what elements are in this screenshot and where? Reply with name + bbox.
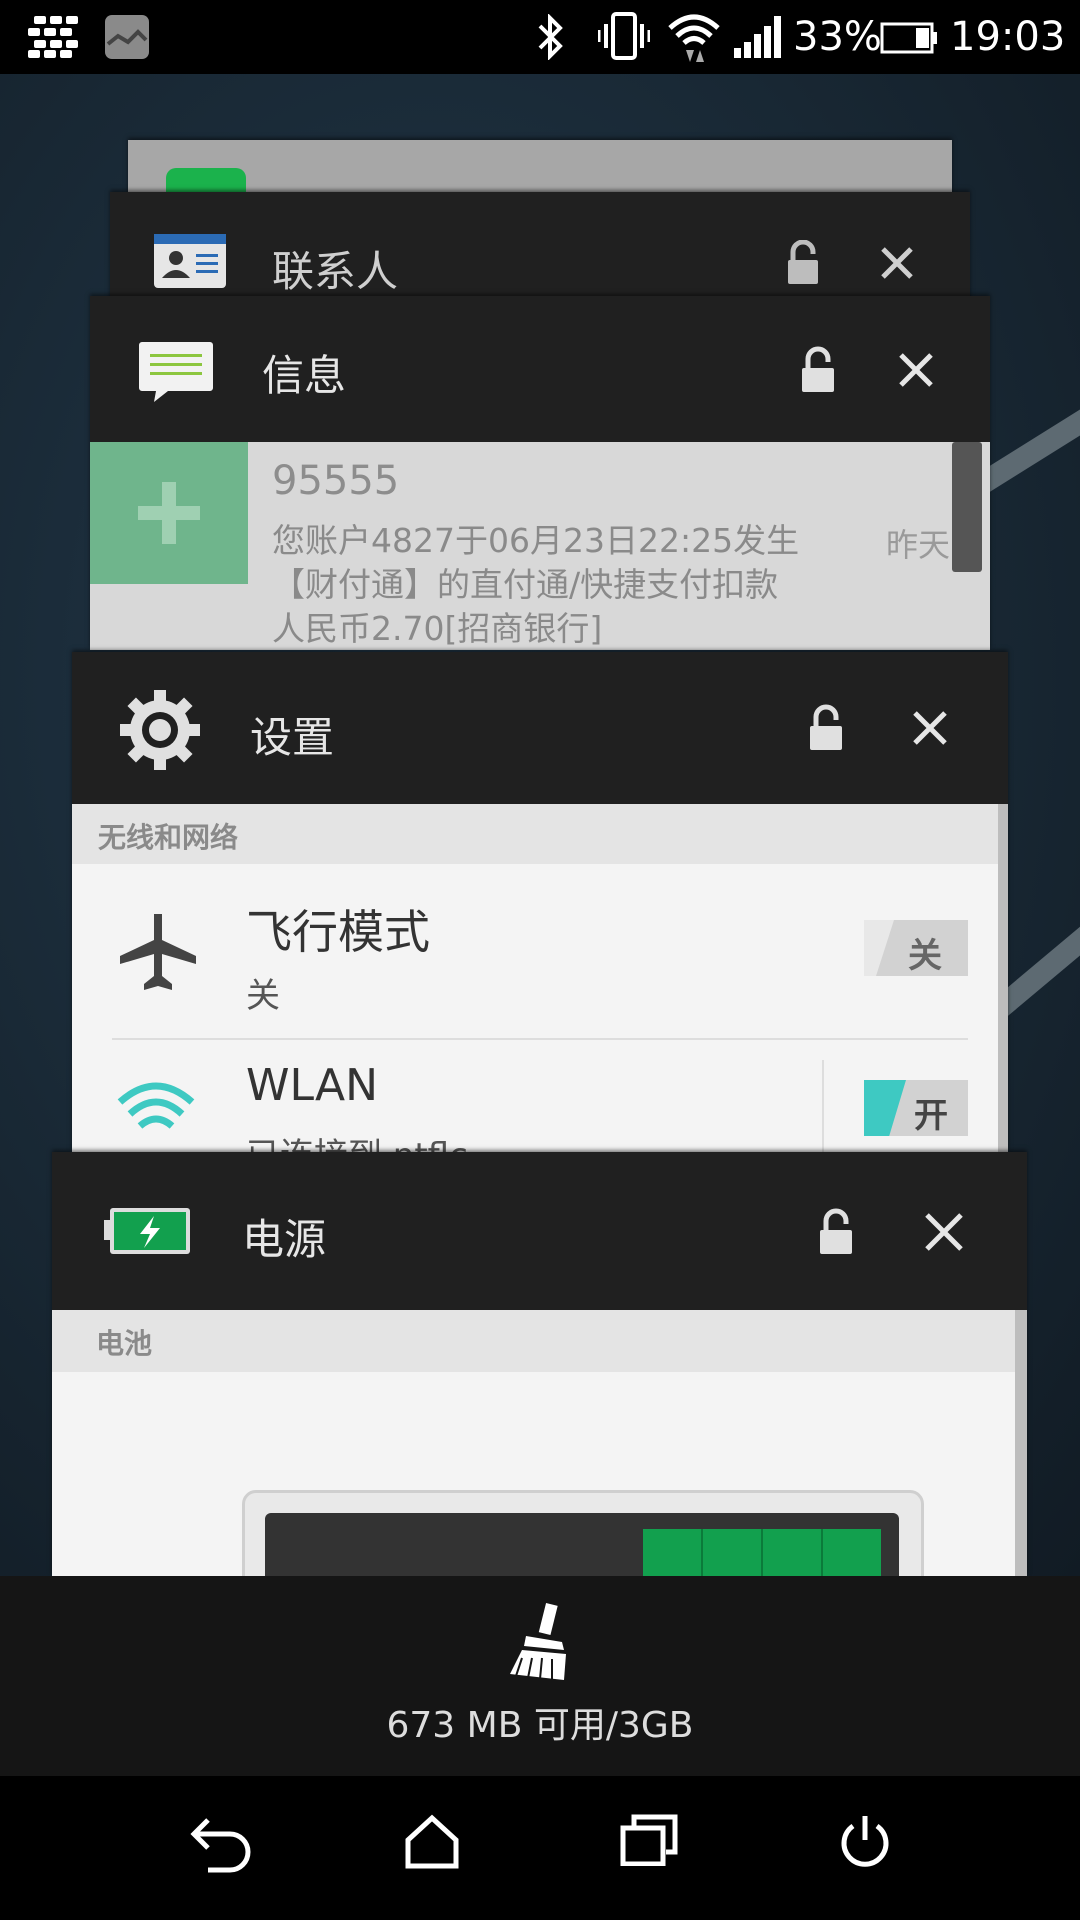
airplane-toggle[interactable]: 关 — [864, 920, 968, 976]
message-preview[interactable]: 95555 您账户4827于06月23日22:25发生 【财付通】的直付通/快捷… — [90, 442, 990, 650]
wlan-row[interactable]: WLAN 已连接到 ntflc 开 — [72, 1040, 998, 1152]
battery-icon — [880, 22, 937, 54]
memory-panel: 673 MB 可用/3GB — [0, 1576, 1080, 1776]
close-icon[interactable] — [924, 1212, 964, 1252]
message-body-line2: 【财付通】的直付通/快捷支付扣款 — [272, 565, 779, 604]
app-card-settings[interactable]: 设置 无线和网络 飞行模式 关 关 WLAN 开 — [72, 652, 1008, 1152]
contacts-icon — [154, 234, 226, 288]
gear-icon — [120, 690, 200, 770]
scroll-handle[interactable] — [952, 442, 982, 572]
signal-icon — [734, 16, 781, 58]
wifi-icon — [117, 1082, 195, 1129]
app-card-power[interactable]: 电源 电池 — [52, 1152, 1027, 1576]
lock-icon[interactable] — [818, 1208, 854, 1256]
power-preview: 电池 — [52, 1310, 1027, 1576]
scrollbar[interactable] — [1015, 1310, 1027, 1576]
lock-icon[interactable] — [808, 704, 844, 752]
bluetooth-icon — [538, 14, 563, 60]
home-icon[interactable] — [404, 1814, 460, 1870]
message-body-line1: 您账户4827于06月23日22:25发生 — [272, 521, 800, 560]
battery-charging-icon — [104, 1208, 190, 1254]
messages-icon — [139, 342, 213, 402]
airplane-title: 飞行模式 — [246, 905, 430, 959]
app-title: 联系人 — [272, 247, 399, 296]
wlan-toggle[interactable]: 开 — [864, 1080, 968, 1136]
wlan-subtitle: 已连接到 ntflc — [246, 1128, 468, 1152]
add-contact-icon — [138, 482, 200, 544]
memory-info: 673 MB 可用/3GB — [386, 1705, 694, 1746]
card-header — [72, 652, 1008, 804]
scrollbar[interactable] — [998, 804, 1008, 1152]
status-bar: 33% 19:03 — [0, 0, 1080, 74]
close-icon[interactable] — [898, 352, 934, 388]
app-title: 信息 — [262, 351, 347, 400]
app-card-messages[interactable]: 信息 95555 您账户4827于06月23日22:25发生 【财付通】的直付通… — [90, 296, 990, 650]
wifi-icon — [668, 14, 720, 62]
app-title: 电源 — [242, 1215, 327, 1264]
gallery-icon — [105, 15, 149, 59]
airplane-subtitle: 关 — [246, 976, 280, 1016]
clean-brush-icon[interactable] — [508, 1602, 574, 1682]
app-card-contacts[interactable]: 联系人 — [110, 192, 970, 302]
close-icon[interactable] — [880, 246, 914, 280]
message-sender: 95555 — [272, 458, 400, 504]
section-header: 无线和网络 — [72, 804, 998, 864]
close-icon[interactable] — [912, 710, 948, 746]
back-icon[interactable] — [186, 1814, 254, 1874]
app-card-partial[interactable] — [128, 140, 952, 200]
wlan-title: WLAN — [246, 1060, 379, 1111]
bbm-icon — [28, 16, 78, 58]
vibrate-icon — [598, 12, 650, 60]
battery-graphic — [242, 1490, 924, 1576]
power-icon[interactable] — [838, 1814, 892, 1868]
app-title: 设置 — [250, 713, 335, 762]
clock: 19:03 — [950, 14, 1066, 60]
divider-vertical — [822, 1060, 824, 1152]
message-body-line3: 人民币2.70[招商银行] — [272, 609, 603, 648]
lock-icon[interactable] — [800, 346, 836, 394]
airplane-mode-row[interactable]: 飞行模式 关 关 — [72, 864, 998, 1040]
contact-avatar — [90, 442, 248, 584]
card-header — [52, 1152, 1027, 1310]
lock-icon[interactable] — [786, 240, 820, 286]
airplane-icon — [120, 914, 196, 990]
navigation-bar — [0, 1776, 1080, 1920]
section-header: 电池 — [52, 1310, 1015, 1372]
message-time: 昨天 — [886, 526, 951, 564]
settings-preview: 无线和网络 飞行模式 关 关 WLAN 已连接到 ntflc — [72, 804, 1008, 1152]
recent-apps-icon[interactable] — [620, 1814, 678, 1866]
card-header — [90, 296, 990, 442]
battery-percent: 33% — [793, 14, 882, 60]
